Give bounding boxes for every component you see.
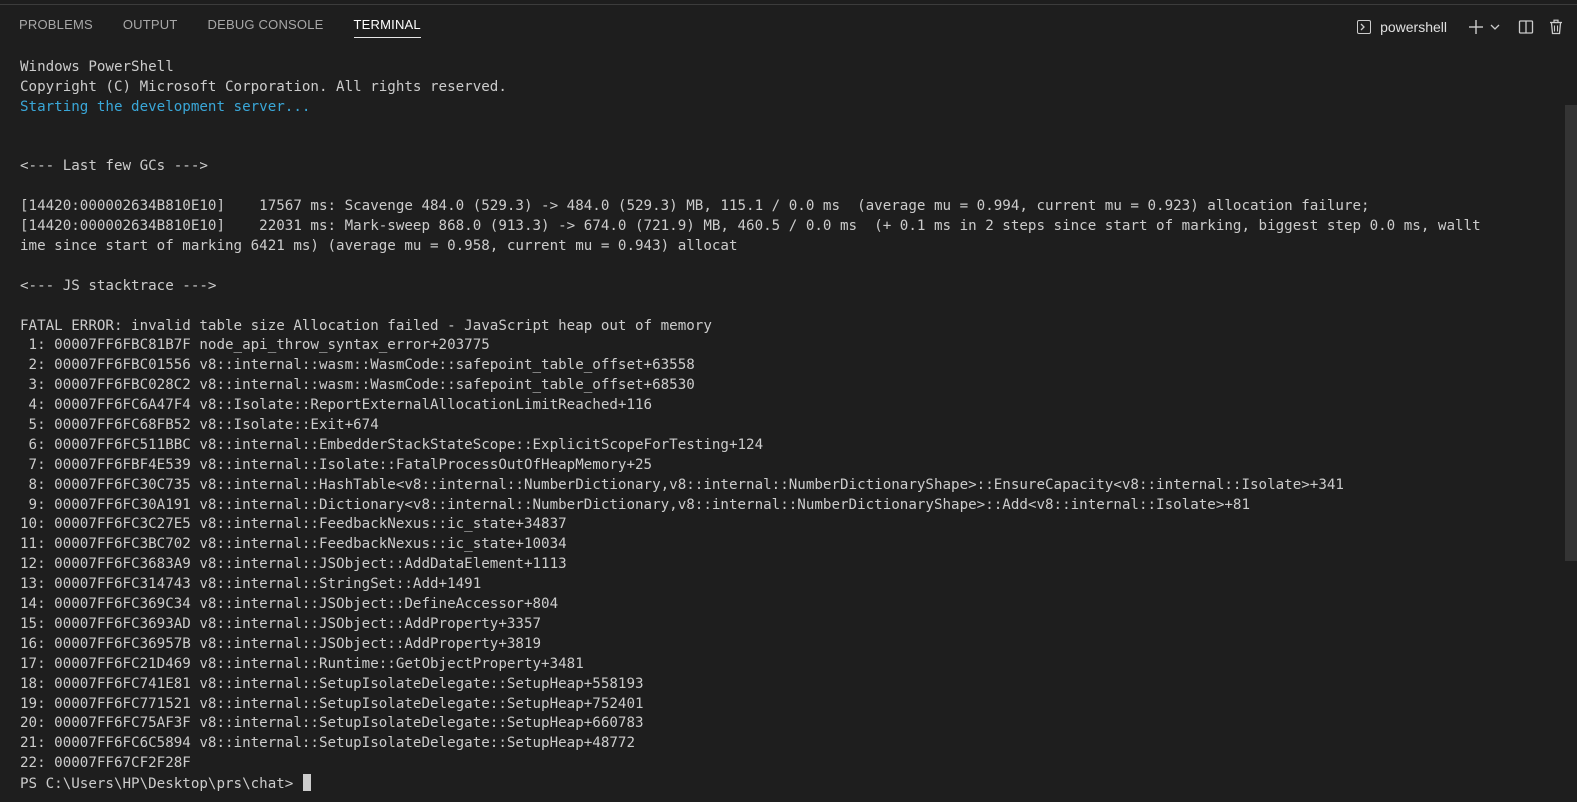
terminal-line: 13: 00007FF6FC314743 v8::internal::Strin… — [20, 576, 482, 593]
terminal-line: 5: 00007FF6FC68FB52 v8::Isolate::Exit+67… — [20, 417, 379, 434]
terminal-line: 4: 00007FF6FC6A47F4 v8::Isolate::ReportE… — [20, 397, 653, 414]
terminal-line: 9: 00007FF6FC30A191 v8::internal::Dictio… — [20, 496, 1250, 513]
terminal-line: 21: 00007FF6FC6C5894 v8::internal::Setup… — [20, 735, 635, 752]
terminal-line: 22: 00007FF67CF2F28F — [20, 755, 191, 772]
tab-terminal[interactable]: TERMINAL — [353, 17, 421, 38]
kill-terminal-button[interactable] — [1545, 16, 1567, 38]
panel-tabs: PROBLEMS OUTPUT DEBUG CONSOLE TERMINAL — [19, 17, 451, 38]
terminal-line: 2: 00007FF6FBC01556 v8::internal::wasm::… — [20, 357, 695, 374]
new-terminal-button[interactable] — [1465, 16, 1487, 38]
panel-actions: powershell — [1357, 16, 1567, 38]
terminal-cursor — [302, 774, 311, 792]
terminal-line: [14420:000002634B810E10] 22031 ms: Mark-… — [20, 218, 1481, 235]
terminal-line: [14420:000002634B810E10] 17567 ms: Scave… — [20, 198, 1370, 215]
terminal-selector-label: powershell — [1380, 19, 1447, 35]
tab-output[interactable]: OUTPUT — [123, 17, 178, 38]
terminal-selector[interactable]: powershell — [1357, 19, 1447, 35]
terminal-prompt: PS C:\Users\HP\Desktop\prs\chat> — [20, 776, 302, 793]
terminal-line: 7: 00007FF6FBF4E539 v8::internal::Isolat… — [20, 456, 653, 473]
terminal-icon — [1357, 20, 1372, 34]
terminal-line: Copyright (C) Microsoft Corporation. All… — [20, 78, 507, 95]
terminal-line: 12: 00007FF6FC3683A9 v8::internal::JSObj… — [20, 556, 567, 573]
split-editor-icon — [1518, 20, 1534, 34]
terminal-line: 16: 00007FF6FC36957B v8::internal::JSObj… — [20, 635, 542, 652]
terminal-output[interactable]: Windows PowerShell Copyright (C) Microsof… — [20, 58, 1560, 794]
terminal-line: <--- JS stacktrace ---> — [20, 277, 217, 294]
terminal-line: 3: 00007FF6FBC028C2 v8::internal::wasm::… — [20, 377, 695, 394]
chevron-down-icon — [1490, 24, 1500, 30]
terminal-line: 20: 00007FF6FC75AF3F v8::internal::Setup… — [20, 715, 644, 732]
terminal-line: 14: 00007FF6FC369C34 v8::internal::JSObj… — [20, 596, 559, 613]
panel-header: PROBLEMS OUTPUT DEBUG CONSOLE TERMINAL p… — [0, 5, 1577, 45]
terminal-dropdown-button[interactable] — [1487, 16, 1503, 38]
terminal-line: 1: 00007FF6FBC81B7F node_api_throw_synta… — [20, 337, 490, 354]
terminal-line: Windows PowerShell — [20, 59, 174, 75]
terminal-line: 10: 00007FF6FC3C27E5 v8::internal::Feedb… — [20, 516, 567, 533]
tab-debug-console[interactable]: DEBUG CONSOLE — [208, 17, 324, 38]
scrollbar-thumb[interactable] — [1565, 105, 1577, 561]
terminal-line: 17: 00007FF6FC21D469 v8::internal::Runti… — [20, 655, 584, 672]
plus-icon — [1469, 20, 1483, 34]
terminal-line: FATAL ERROR: invalid table size Allocati… — [20, 317, 712, 334]
terminal-prompt-line[interactable]: PS C:\Users\HP\Desktop\prs\chat> — [20, 774, 1560, 794]
terminal-line: 18: 00007FF6FC741E81 v8::internal::Setup… — [20, 675, 644, 692]
terminal-line: Starting the development server... — [20, 98, 311, 115]
terminal-line: 8: 00007FF6FC30C735 v8::internal::HashTa… — [20, 476, 1344, 493]
terminal-line: 6: 00007FF6FC511BBC v8::internal::Embedd… — [20, 436, 764, 453]
terminal-scrollbar[interactable] — [1563, 45, 1577, 802]
terminal-line: 11: 00007FF6FC3BC702 v8::internal::Feedb… — [20, 536, 567, 553]
trash-icon — [1550, 19, 1562, 35]
tab-problems[interactable]: PROBLEMS — [19, 17, 93, 38]
terminal-line: <--- Last few GCs ---> — [20, 158, 208, 175]
terminal-line: 19: 00007FF6FC771521 v8::internal::Setup… — [20, 695, 644, 712]
terminal-line: ime since start of marking 6421 ms) (ave… — [20, 238, 738, 255]
terminal-line: 15: 00007FF6FC3693AD v8::internal::JSObj… — [20, 615, 542, 632]
split-terminal-button[interactable] — [1515, 16, 1537, 38]
